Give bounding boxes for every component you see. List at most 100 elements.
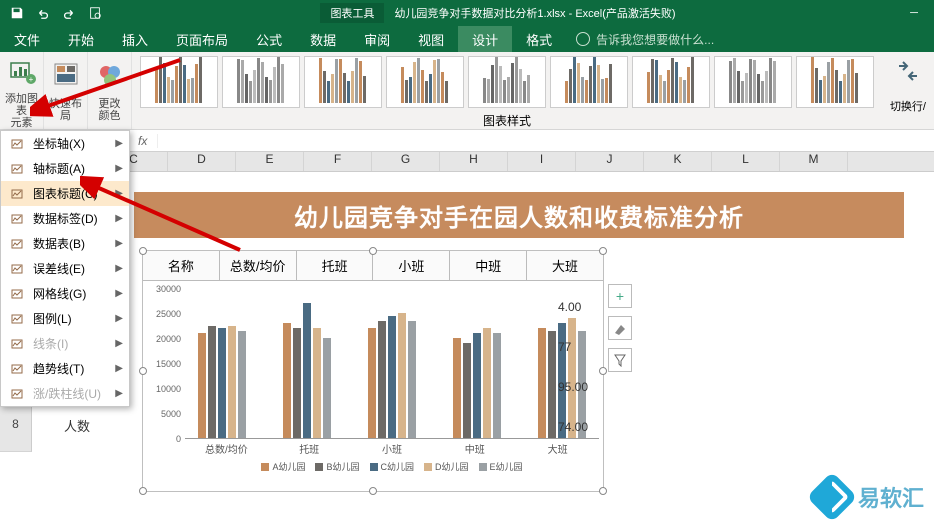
column-header[interactable]: D [168, 152, 236, 171]
print-preview-icon[interactable] [84, 2, 106, 24]
menu-axis[interactable]: 坐标轴(X) ▶ [1, 131, 129, 156]
menu-label: 图表标题(C) [33, 185, 98, 202]
chart-style-thumb[interactable] [468, 56, 546, 108]
chart-header-cell: 总数/均价 [220, 251, 297, 280]
menu-error-bars[interactable]: 误差线(E)▶ [1, 256, 129, 281]
tab-格式[interactable]: 格式 [512, 26, 566, 52]
window-controls: ─ [894, 0, 934, 26]
gridlines-icon [9, 286, 25, 302]
chevron-right-icon: ▶ [115, 163, 123, 174]
tab-开始[interactable]: 开始 [54, 26, 108, 52]
title-banner-cell: 幼儿园竞争对手在园人数和收费标准分析 [134, 192, 904, 238]
menu-gridlines[interactable]: 网格线(G) ▶ [1, 281, 129, 306]
column-header[interactable]: E [236, 152, 304, 171]
chart-bars [185, 289, 599, 439]
column-header[interactable]: H [440, 152, 508, 171]
chevron-right-icon: ▶ [115, 263, 123, 274]
tab-视图[interactable]: 视图 [404, 26, 458, 52]
chevron-right-icon: ▶ [115, 138, 123, 149]
switch-row-col-button[interactable]: 切换行/ [882, 52, 934, 129]
chart-title-icon [9, 186, 25, 202]
chart-style-thumb[interactable] [222, 56, 300, 108]
title-bar: 图表工具 幼儿园竞争对手数据对比分析1.xlsx - Excel(产品激活失败)… [0, 0, 934, 26]
redo-icon[interactable] [58, 2, 80, 24]
column-header[interactable]: I [508, 152, 576, 171]
updown-icon [9, 386, 25, 402]
chart-header-cell: 名称 [143, 251, 220, 280]
menu-data-label[interactable]: 数据标签(D)▶ [1, 206, 129, 231]
data-label-icon [9, 211, 25, 227]
svg-text:+: + [28, 75, 33, 84]
switch-rowcol-label: 切换行/ [890, 98, 926, 114]
chart-header-cell: 托班 [297, 251, 374, 280]
chart-elements-flyout[interactable]: + [608, 284, 632, 308]
chart-x-labels: 总数/均价托班小班中班大班 [185, 441, 599, 456]
menu-label: 坐标轴(X) [33, 135, 85, 152]
tell-me-input[interactable]: 告诉我您想要做什么... [566, 26, 714, 52]
save-icon[interactable] [6, 2, 28, 24]
tab-数据[interactable]: 数据 [296, 26, 350, 52]
chevron-right-icon: ▶ [115, 288, 123, 299]
column-header[interactable]: J [576, 152, 644, 171]
lightbulb-icon [576, 32, 590, 46]
column-header[interactable]: F [304, 152, 372, 171]
chart-style-thumb[interactable] [550, 56, 628, 108]
trendline-icon [9, 361, 25, 377]
tab-公式[interactable]: 公式 [242, 26, 296, 52]
watermark-text: 易软汇 [858, 481, 924, 513]
quick-layout-button[interactable]: 快速布局 [44, 52, 88, 129]
chart-style-thumb[interactable] [632, 56, 710, 108]
ribbon: + 添加图表 元素 快速布局 更改 颜色 图表样式 切换行/ [0, 52, 934, 130]
legend-icon [9, 311, 25, 327]
chevron-right-icon: ▶ [115, 188, 123, 199]
change-colors-button[interactable]: 更改 颜色 [88, 52, 132, 129]
chart-style-thumb[interactable] [714, 56, 792, 108]
menu-data-table[interactable]: 数据表(B)▶ [1, 231, 129, 256]
chart-header-cell: 中班 [450, 251, 527, 280]
embedded-chart[interactable]: 名称总数/均价托班小班中班大班 050001000015000200002500… [142, 250, 604, 492]
menu-label: 轴标题(A) [33, 160, 85, 177]
menu-trendline[interactable]: 趋势线(T)▶ [1, 356, 129, 381]
fx-icon[interactable]: fx [128, 134, 158, 148]
chart-y-axis: 050001000015000200002500030000 [145, 289, 183, 439]
row-label-cell: 人数 [64, 416, 90, 435]
chart-styles-gallery[interactable]: 图表样式 [132, 52, 882, 129]
menu-chart-title[interactable]: 图表标题(C) ▶ [1, 181, 129, 206]
chart-style-thumb[interactable] [386, 56, 464, 108]
chevron-right-icon: ▶ [115, 338, 123, 349]
menu-label: 网格线(G) [33, 285, 86, 302]
menu-axis-title[interactable]: 轴标题(A) ▶ [1, 156, 129, 181]
chart-filter-flyout[interactable] [608, 348, 632, 372]
add-chart-element-button[interactable]: + 添加图表 元素 [0, 52, 44, 129]
menu-label: 线条(I) [33, 335, 68, 352]
change-colors-label: 更改 颜色 [99, 98, 121, 122]
formula-bar: fx [0, 130, 934, 152]
chart-style-thumb[interactable] [140, 56, 218, 108]
worksheet-grid[interactable]: 78 幼儿园竞争对手在园人数和收费标准分析 名称总数/均价托班小班中班大班 05… [0, 172, 934, 522]
lines-icon [9, 336, 25, 352]
tab-审阅[interactable]: 审阅 [350, 26, 404, 52]
column-header[interactable]: L [712, 152, 780, 171]
minimize-button[interactable]: ─ [894, 0, 934, 26]
chart-styles-flyout[interactable] [608, 316, 632, 340]
chart-style-thumb[interactable] [304, 56, 382, 108]
column-headers[interactable]: BCDEFGHIJKLM [0, 152, 934, 172]
chart-table-header: 名称总数/均价托班小班中班大班 [143, 251, 603, 281]
quick-layout-label: 快速布局 [48, 98, 83, 122]
tab-插入[interactable]: 插入 [108, 26, 162, 52]
chart-plot-area[interactable]: 050001000015000200002500030000 总数/均价托班小班… [143, 281, 603, 461]
watermark: 易软汇 [814, 479, 924, 515]
column-header[interactable]: K [644, 152, 712, 171]
contextual-tab-label: 图表工具 [320, 3, 384, 23]
chart-style-thumb[interactable] [796, 56, 874, 108]
undo-icon[interactable] [32, 2, 54, 24]
tab-文件[interactable]: 文件 [0, 26, 54, 52]
tab-页面布局[interactable]: 页面布局 [162, 26, 242, 52]
column-header[interactable]: M [780, 152, 848, 171]
error-bars-icon [9, 261, 25, 277]
column-header[interactable]: G [372, 152, 440, 171]
watermark-logo-icon [807, 472, 858, 522]
menu-label: 涨/跌柱线(U) [33, 385, 101, 402]
tab-设计[interactable]: 设计 [458, 26, 512, 52]
menu-legend[interactable]: 图例(L)▶ [1, 306, 129, 331]
